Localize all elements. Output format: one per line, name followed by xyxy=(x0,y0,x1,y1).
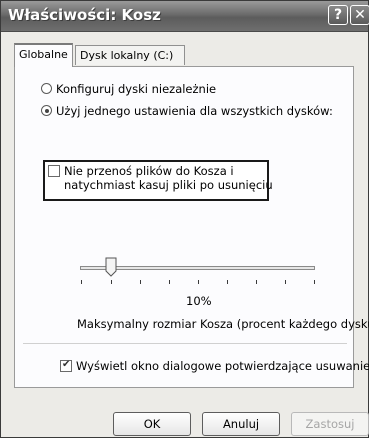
radio-button[interactable] xyxy=(41,83,52,94)
slider-tick xyxy=(198,280,199,284)
tab-globalne[interactable]: Globalne xyxy=(14,43,73,67)
slider-caption: Maksymalny rozmiar Kosza (procent każdeg… xyxy=(77,317,369,331)
slider-tick xyxy=(314,280,315,284)
slider-thumb[interactable] xyxy=(105,257,117,277)
cancel-button[interactable]: Anuluj xyxy=(202,412,280,436)
slider-tick xyxy=(81,280,82,284)
dont-move-label-line2: natychmiast kasuj pliki po usunięciu xyxy=(64,178,273,192)
close-button[interactable]: ✕ xyxy=(350,5,369,25)
dialog-client-area: Globalne Dysk lokalny (C:) Konfiguruj dy… xyxy=(5,32,369,433)
radio-label: Konfiguruj dyski niezależnie xyxy=(56,82,217,96)
title-bar[interactable]: Właściwości: Kosz ? ✕ xyxy=(1,1,369,32)
apply-button[interactable]: Zastosuj xyxy=(291,412,369,436)
tab-panel-globalne: Konfiguruj dyski niezależnie Użyj jedneg… xyxy=(14,66,369,388)
confirm-dialog-label: Wyświetl okno dialogowe potwierdzające u… xyxy=(76,359,369,373)
properties-window: Właściwości: Kosz ? ✕ Globalne Dysk loka… xyxy=(0,0,369,438)
confirm-dialog-checkbox[interactable] xyxy=(60,359,72,372)
slider-tick xyxy=(256,280,257,284)
window-title: Właściwości: Kosz xyxy=(8,6,161,24)
divider xyxy=(23,343,347,344)
slider-value: 10% xyxy=(186,294,212,308)
tab-local-disk[interactable]: Dysk lokalny (C:) xyxy=(75,45,185,65)
slider-tick xyxy=(140,280,141,284)
ok-button[interactable]: OK xyxy=(113,412,191,436)
radio-button-selected[interactable] xyxy=(41,105,52,116)
slider-tick xyxy=(285,280,286,284)
dont-move-label-line1: Nie przenoś plików do Kosza i xyxy=(64,164,234,178)
radio-label: Użyj jednego ustawienia dla wszystkich d… xyxy=(56,104,333,118)
slider-tick xyxy=(227,280,228,284)
dont-move-checkbox[interactable] xyxy=(48,165,60,177)
help-button[interactable]: ? xyxy=(328,5,348,25)
slider-tick xyxy=(111,280,112,284)
slider-tick xyxy=(169,280,170,284)
